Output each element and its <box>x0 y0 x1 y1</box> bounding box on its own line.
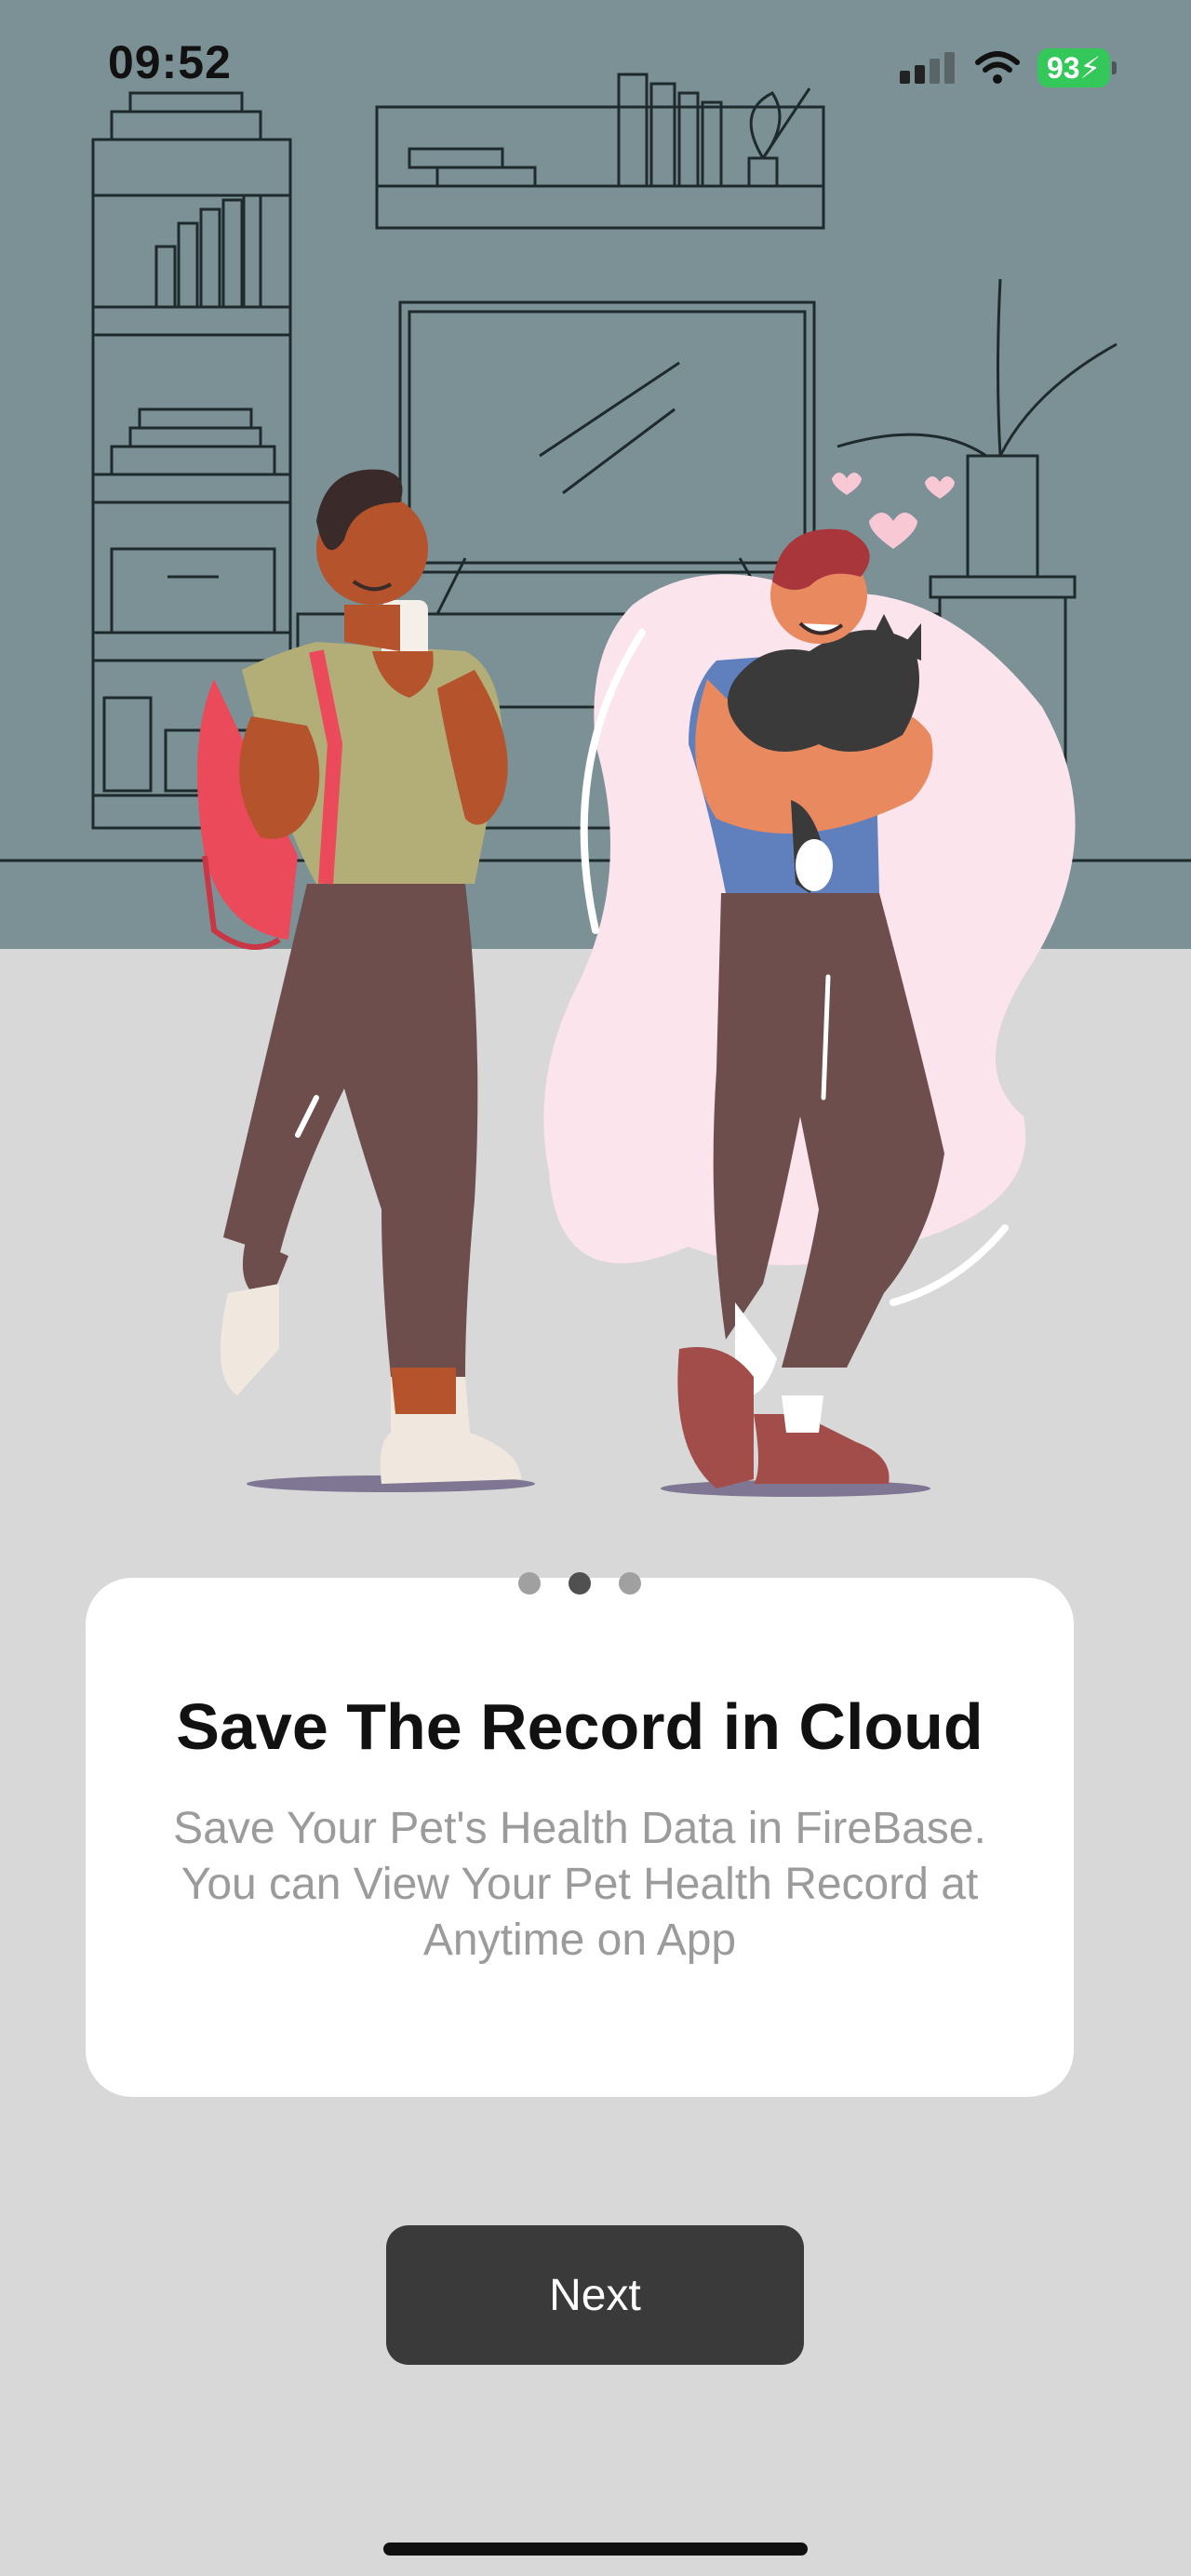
status-icons: 93⚡ <box>899 48 1117 87</box>
page-dot-1[interactable] <box>518 1572 541 1595</box>
next-button[interactable]: Next <box>386 2225 804 2365</box>
onboarding-illustration <box>0 0 1191 1526</box>
page-dot-3[interactable] <box>619 1572 641 1595</box>
battery-level: 93⚡ <box>1037 48 1110 87</box>
onboarding-title: Save The Record in Cloud <box>176 1690 984 1763</box>
status-bar: 09:52 93⚡ <box>0 0 1191 140</box>
status-time: 09:52 <box>108 36 232 88</box>
onboarding-description: Save Your Pet's Health Data in FireBase.… <box>173 1804 986 1965</box>
battery-indicator: 93⚡ <box>1037 48 1117 87</box>
home-indicator <box>383 2543 808 2556</box>
page-indicator[interactable] <box>86 1572 1074 1595</box>
battery-cap <box>1112 61 1117 74</box>
onboarding-card: Save The Record in Cloud Save Your Pet's… <box>86 1572 1074 2097</box>
cellular-signal-icon <box>899 52 955 84</box>
page-dot-2-active[interactable] <box>569 1572 591 1595</box>
wifi-icon <box>974 51 1020 84</box>
